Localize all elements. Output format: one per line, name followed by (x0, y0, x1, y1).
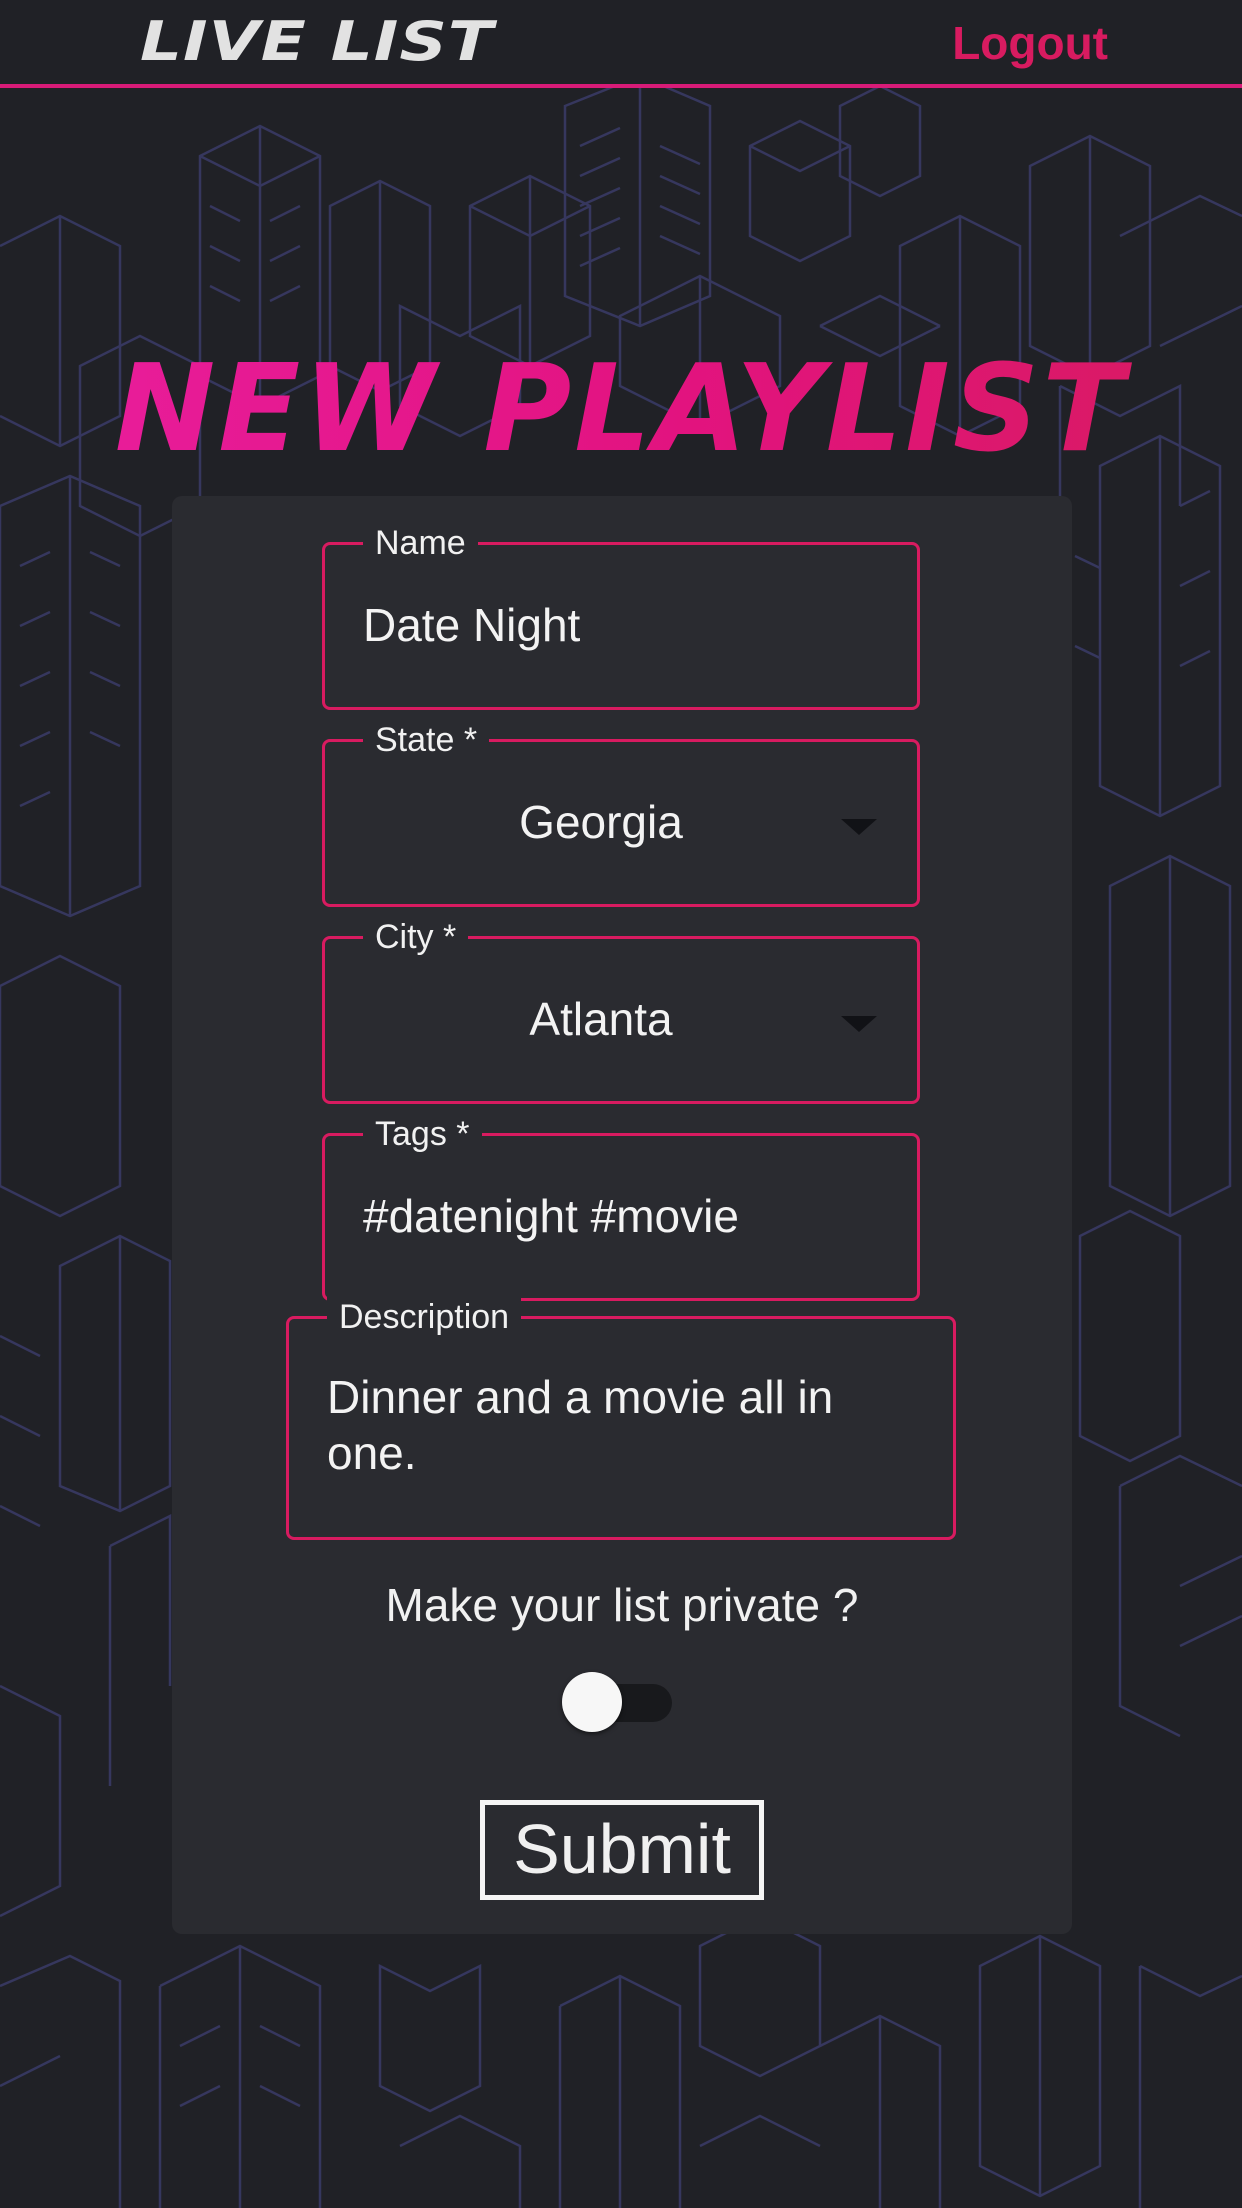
tags-field-value: #datenight #movie (363, 1190, 739, 1242)
name-field-label: Name (363, 523, 478, 563)
dropdown-caret-icon[interactable] (841, 819, 877, 835)
private-toggle-label: Make your list private ? (385, 1579, 859, 1631)
submit-button[interactable]: Submit (480, 1800, 764, 1900)
top-app-bar: LIVE LIST Logout (0, 0, 1242, 88)
description-field-label: Description (327, 1297, 522, 1337)
private-toggle-switch[interactable] (562, 1672, 622, 1732)
city-select-value: Atlanta (529, 993, 673, 1045)
name-field[interactable]: Name Date Night (322, 523, 920, 710)
description-field[interactable]: Description Dinner and a movie all in on… (286, 1297, 956, 1540)
state-select-label: State * (363, 720, 490, 760)
page-title: NEW PLAYLIST (0, 340, 1242, 480)
app-root: LIVE LIST Logout NEW PLAYLIST Name Date … (0, 0, 1242, 2208)
state-select-value: Georgia (519, 796, 683, 848)
city-select-label: City * (363, 917, 469, 957)
city-select[interactable]: City * Atlanta (322, 917, 920, 1104)
state-select[interactable]: State * Georgia (322, 720, 920, 907)
app-logo[interactable]: LIVE LIST (140, 8, 494, 77)
description-field-value: Dinner and a movie all in one. (327, 1371, 834, 1479)
logout-link[interactable]: Logout (952, 16, 1108, 70)
tags-field-label: Tags * (363, 1114, 482, 1154)
name-field-value: Date Night (363, 599, 581, 651)
tags-field[interactable]: Tags * #datenight #movie (322, 1114, 920, 1301)
dropdown-caret-icon[interactable] (841, 1016, 877, 1032)
